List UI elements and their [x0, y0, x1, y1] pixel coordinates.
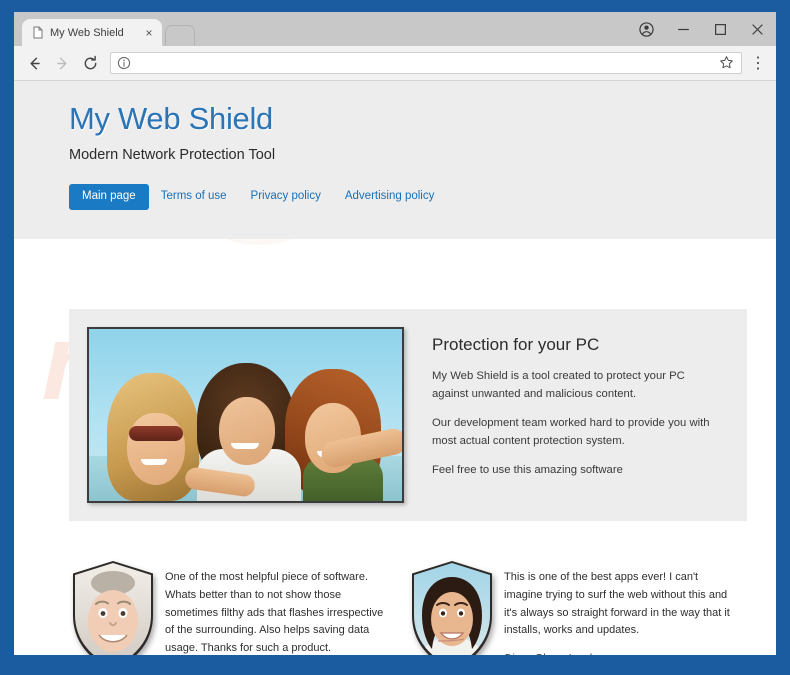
nav-item-main-page[interactable]: Main page [69, 184, 149, 210]
testimonial-text: One of the most helpful piece of softwar… [165, 571, 384, 655]
testimonial-author: Diana Ghray, London [504, 652, 733, 655]
close-button[interactable] [739, 12, 776, 46]
hero-paragraph-3: Feel free to use this amazing software [432, 464, 623, 476]
forward-icon[interactable] [48, 49, 76, 77]
site-nav: Main page Terms of use Privacy policy Ad… [69, 184, 776, 210]
testimonial-text: This is one of the best apps ever! I can… [504, 571, 730, 637]
hero-image [87, 327, 404, 503]
window-controls [628, 12, 776, 46]
hero-paragraph-1: My Web Shield is a tool created to prote… [432, 370, 685, 400]
info-icon[interactable] [117, 56, 131, 70]
page-icon [31, 26, 44, 39]
reload-icon[interactable] [76, 49, 104, 77]
testimonial-body: One of the most helpful piece of softwar… [157, 551, 408, 655]
page-subtitle: Modern Network Protection Tool [69, 147, 276, 163]
browser-toolbar: ⋮ [14, 46, 776, 81]
minimize-button[interactable] [665, 12, 702, 46]
testimonial-item: One of the most helpful piece of softwar… [69, 551, 408, 655]
avatar [408, 559, 496, 655]
hero-heading: Protection for your PC [432, 335, 600, 354]
nav-item-terms-of-use[interactable]: Terms of use [149, 184, 239, 210]
testimonials-section: One of the most helpful piece of softwar… [69, 551, 747, 655]
testimonial-body: This is one of the best apps ever! I can… [496, 551, 747, 655]
tab-title: My Web Shield [50, 26, 124, 39]
tab-close-icon[interactable]: × [142, 26, 156, 40]
address-bar[interactable] [110, 52, 742, 74]
maximize-button[interactable] [702, 12, 739, 46]
avatar [69, 559, 157, 655]
site-header: My Web Shield Modern Network Protection … [14, 81, 776, 239]
page-title: My Web Shield [69, 101, 274, 136]
browser-tab[interactable]: My Web Shield × [22, 19, 162, 46]
nav-item-advertising-policy[interactable]: Advertising policy [333, 184, 446, 210]
browser-window: My Web Shield × ⋮ My Web Shield Modern N… [14, 12, 776, 655]
back-icon[interactable] [20, 49, 48, 77]
browser-menu-icon[interactable]: ⋮ [746, 49, 770, 77]
testimonial-item: This is one of the best apps ever! I can… [408, 551, 747, 655]
hero-paragraph-2: Our development team worked hard to prov… [432, 417, 710, 447]
new-tab-button[interactable] [165, 25, 195, 46]
page-viewport: /// risk.com My Web Shield Modern Networ… [14, 81, 776, 655]
profile-icon[interactable] [628, 12, 665, 46]
nav-item-privacy-policy[interactable]: Privacy policy [239, 184, 333, 210]
tab-strip: My Web Shield × [14, 12, 776, 46]
hero-text: Protection for your PC My Web Shield is … [404, 309, 747, 521]
hero-panel: Protection for your PC My Web Shield is … [69, 309, 747, 521]
star-icon[interactable] [719, 55, 735, 71]
